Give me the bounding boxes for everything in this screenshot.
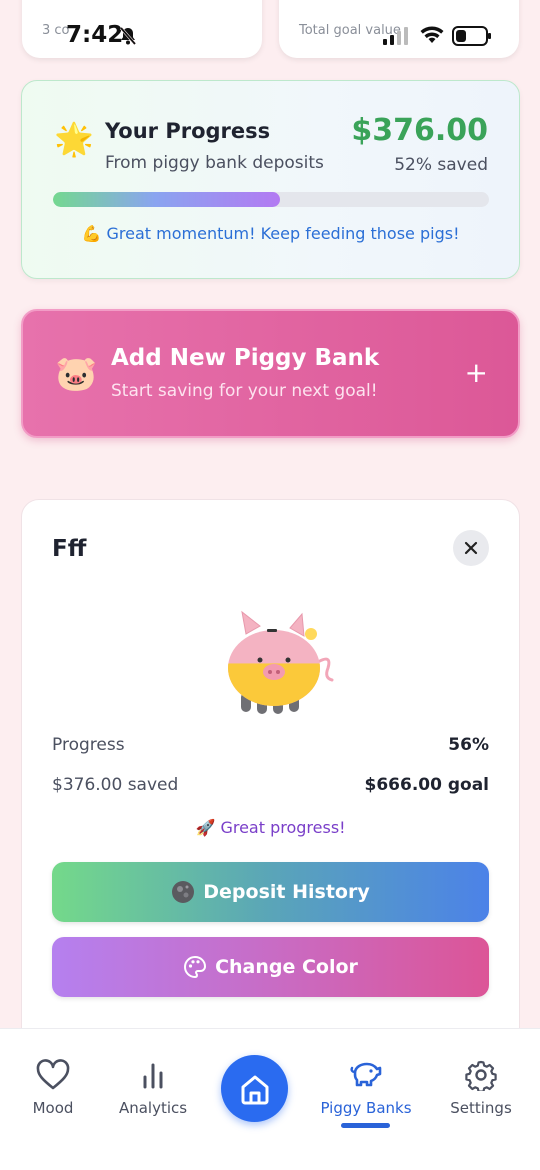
add-piggy-bank-title: Add New Piggy Bank [111,345,380,371]
nav-home-button[interactable] [221,1055,288,1122]
palette-icon [183,955,207,979]
piggy-progress-label: Progress [52,735,125,755]
bottom-nav: Mood Analytics Piggy Banks Settings [0,1028,540,1170]
progress-bar-fill [53,192,280,207]
progress-amount: $376.00 [351,113,488,148]
piggy-bank-icon [350,1062,382,1087]
nav-piggy-banks-label: Piggy Banks [320,1099,412,1117]
nav-piggy-banks[interactable]: Piggy Banks [316,1059,416,1117]
plus-icon: + [464,356,488,389]
status-time: 7:42 [66,22,124,48]
change-color-label: Change Color [215,956,358,978]
nav-settings[interactable]: Settings [431,1059,531,1117]
piggy-saved-amount: $376.00 saved [52,775,179,795]
progress-title: Your Progress [105,119,271,143]
nav-settings-label: Settings [450,1099,512,1117]
nav-mood-label: Mood [32,1099,74,1117]
bar-chart-icon [143,1063,163,1089]
pig-face-icon: 🐷 [55,354,98,394]
piggy-bank-illustration[interactable] [212,610,342,724]
active-tab-indicator [341,1123,390,1128]
bell-muted-icon [118,26,138,50]
wifi-icon [419,25,445,49]
motivation-message: 💪 Great momentum! Keep feeding those pig… [81,224,460,243]
battery-icon [452,26,492,50]
heart-icon [36,1059,70,1090]
nav-mood[interactable]: Mood [3,1059,103,1117]
piggy-encouragement: 🚀 Great progress! [195,818,346,837]
add-piggy-bank-subtitle: Start saving for your next goal! [111,381,378,401]
progress-percent: 52% saved [394,155,488,175]
progress-bar [53,192,489,207]
delete-piggy-bank-button[interactable] [453,530,489,566]
home-icon [241,1075,268,1104]
add-piggy-bank-button[interactable]: 🐷 Add New Piggy Bank Start saving for yo… [21,309,520,438]
gear-icon [465,1060,497,1093]
nav-analytics-label: Analytics [118,1099,188,1117]
change-color-button[interactable]: Change Color [52,937,489,997]
progress-card: 🌟 Your Progress From piggy bank deposits… [21,80,520,279]
signal-icon [383,27,409,49]
progress-subtitle: From piggy bank deposits [105,153,324,173]
piggy-goal-amount: $666.00 goal [364,775,490,795]
piggy-bank-card: Fff Progress 56% $376.00 saved $666.00 g… [21,499,520,1059]
moon-icon [171,880,195,904]
star-icon: 🌟 [54,120,94,158]
close-icon [464,541,478,555]
deposit-history-label: Deposit History [203,881,370,903]
nav-analytics[interactable]: Analytics [103,1059,203,1117]
deposit-history-button[interactable]: Deposit History [52,862,489,922]
status-bar: 7:42 [0,0,540,60]
piggy-progress-value: 56% [448,735,489,755]
piggy-bank-name: Fff [52,536,87,562]
